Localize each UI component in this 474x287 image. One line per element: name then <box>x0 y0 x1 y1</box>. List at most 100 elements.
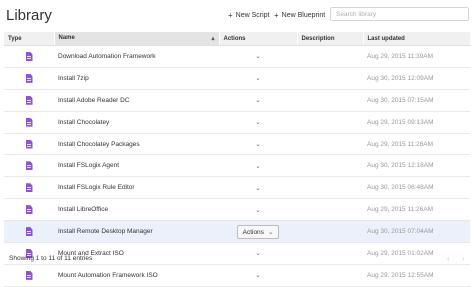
description-cell <box>297 133 363 156</box>
description-cell <box>297 45 363 68</box>
plus-icon: + <box>228 11 233 20</box>
actions-chevron-down-icon[interactable]: ⌄ <box>255 75 260 82</box>
description-cell <box>297 242 363 265</box>
actions-cell: ⌄ <box>219 133 297 156</box>
description-cell <box>297 111 363 134</box>
last-updated-cell: Aug 29, 2015 01:02AM <box>363 242 470 265</box>
new-blueprint-label: New Blueprint <box>281 12 326 19</box>
name-cell[interactable]: Install 7zip <box>54 67 219 90</box>
last-updated-cell: Aug 30, 2015 12:18AM <box>363 154 470 178</box>
last-updated-cell: Aug 30, 2015 12:09AM <box>363 67 470 90</box>
description-cell <box>297 264 363 287</box>
table-row[interactable]: Install LibreOffice ⌄ Aug 29, 2015 11:26AM <box>4 198 470 222</box>
script-icon <box>25 139 33 149</box>
description-cell <box>297 89 363 112</box>
script-icon <box>25 205 33 215</box>
actions-chevron-down-icon[interactable]: ⌄ <box>255 185 260 192</box>
column-header-name[interactable]: Name ▴ <box>54 32 220 46</box>
last-updated-cell: Aug 30, 2015 07:04AM <box>363 220 470 244</box>
actions-chevron-down-icon[interactable]: ⌄ <box>255 163 260 170</box>
script-icon <box>25 270 33 280</box>
library-table: Type Name ▴ Actions Description Last upd… <box>4 32 471 287</box>
last-updated-cell: Aug 29, 2015 12:55AM <box>363 264 470 287</box>
column-header-type[interactable]: Type <box>4 32 55 46</box>
actions-chevron-down-icon[interactable]: ⌄ <box>255 141 260 148</box>
name-cell[interactable]: Install Chocolatey Packages <box>54 133 219 156</box>
name-cell[interactable]: Install FSLogix Rule Editor <box>54 176 219 200</box>
actions-label: Actions <box>242 228 264 236</box>
name-cell[interactable]: Install Remote Desktop Manager <box>54 220 219 244</box>
description-cell <box>297 176 363 200</box>
actions-chevron-down-icon[interactable]: ⌄ <box>255 250 260 257</box>
type-cell <box>4 133 54 156</box>
actions-dropdown-button[interactable]: Actions ⌄ <box>236 224 280 239</box>
script-icon <box>25 161 33 171</box>
last-updated-cell: Aug 30, 2015 07:15AM <box>363 89 470 112</box>
type-cell <box>4 264 54 287</box>
script-icon <box>25 117 33 127</box>
name-cell[interactable]: Download Automation Framework <box>54 45 219 68</box>
new-blueprint-button[interactable]: + New Blueprint <box>274 11 325 20</box>
table-row[interactable]: Install Chocolatey ⌄ Aug 29, 2015 09:13AM <box>4 111 470 134</box>
sort-ascending-icon: ▴ <box>211 36 215 42</box>
search-input[interactable] <box>330 7 469 21</box>
last-updated-cell: Aug 29, 2015 09:13AM <box>363 111 470 134</box>
name-cell[interactable]: Install Adobe Reader DC <box>54 89 219 112</box>
name-cell[interactable]: Install Chocolatey <box>54 111 219 134</box>
name-cell[interactable]: Mount Automation Framework ISO <box>54 264 219 287</box>
table-row[interactable]: Install FSLogix Agent ⌄ Aug 30, 2015 12:18… <box>4 154 470 178</box>
type-cell <box>4 67 54 90</box>
plus-icon: + <box>274 11 279 20</box>
new-script-label: New Script <box>235 12 270 19</box>
actions-chevron-down-icon[interactable]: ⌄ <box>255 53 260 60</box>
name-cell[interactable]: Install LibreOffice <box>54 198 219 222</box>
name-cell[interactable]: Install FSLogix Agent <box>54 154 219 178</box>
chevron-down-icon: ⌄ <box>267 228 274 236</box>
actions-cell: ⌄ <box>219 111 297 134</box>
actions-cell: ⌄ <box>219 67 297 90</box>
actions-chevron-down-icon[interactable]: ⌄ <box>255 207 260 214</box>
type-cell <box>4 154 54 178</box>
table-row[interactable]: Install Chocolatey Packages ⌄ Aug 29, 2015… <box>4 133 470 156</box>
actions-cell: ⌄ <box>219 176 297 200</box>
script-icon <box>25 73 33 83</box>
type-cell <box>4 111 54 134</box>
type-cell <box>4 198 54 222</box>
table-row[interactable]: Install FSLogix Rule Editor ⌄ Aug 30, 2015… <box>4 176 470 200</box>
description-cell <box>297 198 363 222</box>
actions-cell: Actions ⌄ <box>219 220 297 244</box>
actions-cell: ⌄ <box>219 198 297 222</box>
actions-cell: ⌄ <box>219 264 297 287</box>
actions-cell: ⌄ <box>219 242 297 265</box>
actions-chevron-down-icon[interactable]: ⌄ <box>255 97 260 104</box>
last-updated-cell: Aug 30, 2015 06:48AM <box>363 176 470 200</box>
actions-chevron-down-icon[interactable]: ⌄ <box>255 119 260 126</box>
page-title: Library <box>6 7 52 24</box>
description-cell <box>297 154 363 178</box>
actions-cell: ⌄ <box>219 89 297 112</box>
table-row[interactable]: Mount Automation Framework ISO ⌄ Aug 29, 2… <box>4 264 470 287</box>
column-header-actions: Actions <box>219 32 298 46</box>
last-updated-cell: Aug 29, 2015 11:26AM <box>363 198 470 222</box>
new-script-button[interactable]: + New Script <box>228 11 270 20</box>
table-row[interactable]: Install 7zip ⌄ Aug 30, 2015 12:09AM <box>4 67 470 90</box>
script-icon <box>25 227 33 237</box>
type-cell <box>4 89 54 112</box>
table-row[interactable]: Install Remote Desktop Manager Actions ⌄ Au… <box>4 220 470 244</box>
actions-chevron-down-icon[interactable]: ⌄ <box>255 272 260 279</box>
table-row[interactable]: Install Adobe Reader DC ⌄ Aug 30, 2015 07:… <box>4 89 470 112</box>
column-header-description[interactable]: Description <box>297 32 364 46</box>
table-header-row: Type Name ▴ Actions Description Last upd… <box>4 32 471 46</box>
next-page-icon[interactable]: › <box>462 254 465 263</box>
last-updated-cell: Aug 29, 2015 11:26AM <box>363 133 470 156</box>
script-icon <box>25 51 33 61</box>
previous-page-icon[interactable]: ‹ <box>447 254 450 263</box>
table-row[interactable]: Download Automation Framework ⌄ Aug 29, 20… <box>4 45 470 68</box>
description-cell <box>297 67 363 90</box>
script-icon <box>25 183 33 193</box>
description-cell <box>297 220 363 244</box>
type-cell <box>4 45 54 68</box>
last-updated-cell: Aug 29, 2015 11:39AM <box>363 45 470 68</box>
actions-cell: ⌄ <box>219 154 297 178</box>
column-header-last-updated[interactable]: Last updated <box>363 32 471 46</box>
